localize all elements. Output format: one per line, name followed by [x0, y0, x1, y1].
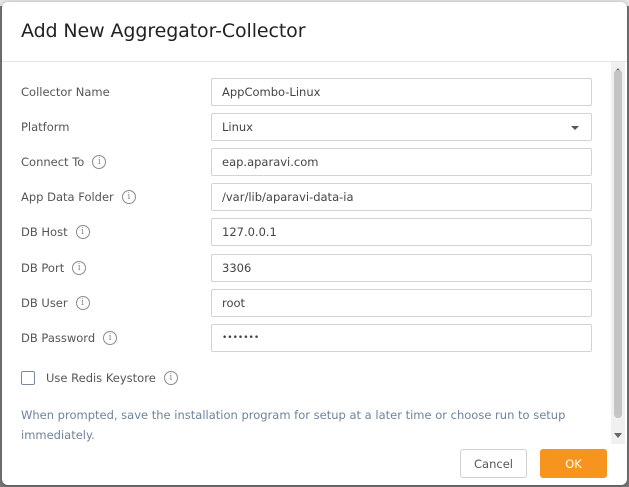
ok-button[interactable]: OK	[540, 449, 607, 478]
use-redis-row[interactable]: Use Redis Keystore i	[21, 369, 178, 387]
platform-selected-value: Linux	[222, 120, 253, 134]
use-redis-label: Use Redis Keystore	[46, 371, 156, 385]
db-password-label: DB Password	[21, 331, 96, 345]
db-port-input[interactable]	[211, 254, 592, 282]
vertical-scrollbar[interactable]	[611, 62, 625, 444]
row-db-port: DB Port i	[21, 254, 592, 283]
row-db-host: DB Host i	[21, 218, 592, 247]
db-port-label: DB Port	[21, 261, 65, 275]
chevron-down-icon	[571, 126, 579, 130]
use-redis-checkbox[interactable]	[21, 371, 35, 385]
platform-select[interactable]: Linux	[211, 113, 592, 141]
info-icon[interactable]: i	[72, 261, 87, 275]
row-collector-name: Collector Name	[21, 78, 592, 107]
app-data-folder-label: App Data Folder	[21, 190, 114, 204]
app-data-folder-input[interactable]	[211, 183, 592, 211]
connect-to-label: Connect To	[21, 155, 85, 169]
info-icon[interactable]: i	[163, 371, 178, 385]
info-icon[interactable]: i	[103, 331, 118, 345]
add-collector-dialog: Add New Aggregator-Collector Collector N…	[2, 2, 627, 485]
info-icon[interactable]: i	[75, 296, 90, 310]
row-connect-to: Connect To i	[21, 148, 592, 177]
row-platform: Platform Linux	[21, 113, 592, 142]
collector-name-label: Collector Name	[21, 85, 110, 99]
row-app-data-folder: App Data Folder i	[21, 183, 592, 212]
info-icon[interactable]: i	[75, 225, 90, 239]
row-db-user: DB User i	[21, 289, 592, 318]
setup-note: When prompted, save the installation pro…	[21, 408, 566, 442]
info-icon[interactable]: i	[92, 155, 107, 169]
collector-name-input[interactable]	[211, 78, 592, 106]
db-password-input[interactable]: •••••••	[211, 324, 592, 352]
connect-to-input[interactable]	[211, 148, 592, 176]
cancel-button[interactable]: Cancel	[460, 449, 527, 478]
db-host-input[interactable]	[211, 218, 592, 246]
scrollbar-thumb[interactable]	[614, 70, 622, 418]
db-user-label: DB User	[21, 296, 68, 310]
scroll-down-icon[interactable]	[614, 433, 622, 438]
db-user-input[interactable]	[211, 289, 592, 317]
dialog-title: Add New Aggregator-Collector	[21, 20, 306, 42]
row-db-password: DB Password i •••••••	[21, 324, 592, 353]
info-icon[interactable]: i	[121, 190, 136, 204]
db-host-label: DB Host	[21, 225, 68, 239]
platform-label: Platform	[21, 120, 70, 134]
db-password-masked-value: •••••••	[222, 333, 260, 343]
